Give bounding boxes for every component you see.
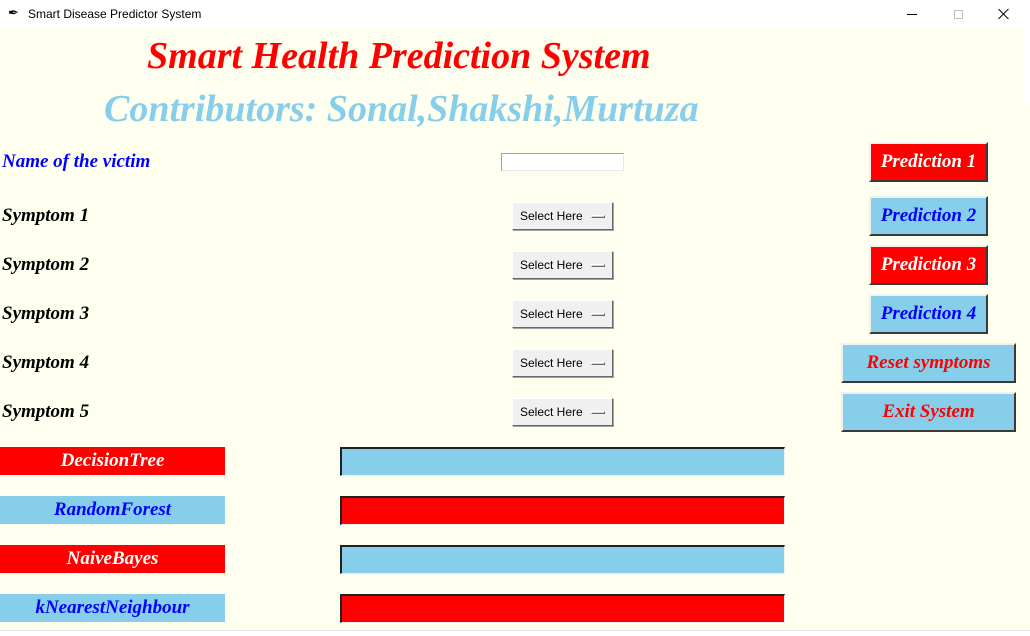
symptom-5-select-value: Select Here — [520, 405, 583, 419]
window-bottom-border — [0, 630, 1030, 631]
minimize-button[interactable] — [889, 0, 935, 28]
maximize-icon — [953, 9, 963, 19]
dropdown-indicator-icon — [591, 215, 605, 218]
prediction-1-button[interactable]: Prediction 1 — [869, 142, 988, 182]
dropdown-indicator-icon — [591, 264, 605, 267]
minimize-icon — [907, 13, 917, 15]
close-button[interactable] — [981, 0, 1027, 28]
window-edge — [1024, 28, 1030, 104]
prediction-2-button[interactable]: Prediction 2 — [869, 196, 988, 236]
maximize-button[interactable] — [935, 0, 981, 28]
knn-result — [340, 594, 785, 623]
symptom-5-label: Symptom 5 — [2, 401, 90, 422]
symptom-5-select[interactable]: Select Here — [512, 398, 613, 426]
symptom-1-label: Symptom 1 — [2, 205, 90, 226]
decision-tree-result — [340, 447, 785, 476]
naive-bayes-label: NaiveBayes — [0, 545, 225, 573]
random-forest-label: RandomForest — [0, 496, 225, 524]
name-label: Name of the victim — [2, 151, 151, 172]
symptom-4-select[interactable]: Select Here — [512, 349, 613, 377]
random-forest-result — [340, 496, 785, 525]
app-heading: Smart Health Prediction System — [147, 35, 651, 77]
knn-label: kNearestNeighbour — [0, 594, 225, 622]
close-icon — [998, 8, 1010, 20]
symptom-4-label: Symptom 4 — [2, 352, 90, 373]
naive-bayes-result — [340, 545, 785, 574]
contributors-heading: Contributors: Sonal,Shakshi,Murtuza — [104, 88, 699, 130]
symptom-2-label: Symptom 2 — [2, 254, 90, 275]
symptom-1-select[interactable]: Select Here — [512, 202, 613, 230]
title-bar: ✒ Smart Disease Predictor System — [0, 0, 1030, 28]
symptom-3-select[interactable]: Select Here — [512, 300, 613, 328]
symptom-1-select-value: Select Here — [520, 209, 583, 223]
symptom-4-select-value: Select Here — [520, 356, 583, 370]
dropdown-indicator-icon — [591, 411, 605, 414]
reset-symptoms-button[interactable]: Reset symptoms — [841, 343, 1016, 383]
feather-icon: ✒ — [8, 6, 19, 21]
symptom-3-select-value: Select Here — [520, 307, 583, 321]
dropdown-indicator-icon — [591, 362, 605, 365]
prediction-3-button[interactable]: Prediction 3 — [869, 245, 988, 285]
prediction-4-button[interactable]: Prediction 4 — [869, 294, 988, 334]
decision-tree-label: DecisionTree — [0, 447, 225, 475]
symptom-2-select-value: Select Here — [520, 258, 583, 272]
app-window: ✒ Smart Disease Predictor System Smart H… — [0, 0, 1030, 636]
window-title: Smart Disease Predictor System — [28, 7, 202, 21]
dropdown-indicator-icon — [591, 313, 605, 316]
name-input[interactable] — [501, 153, 624, 171]
exit-system-button[interactable]: Exit System — [841, 392, 1016, 432]
symptom-3-label: Symptom 3 — [2, 303, 90, 324]
symptom-2-select[interactable]: Select Here — [512, 251, 613, 279]
